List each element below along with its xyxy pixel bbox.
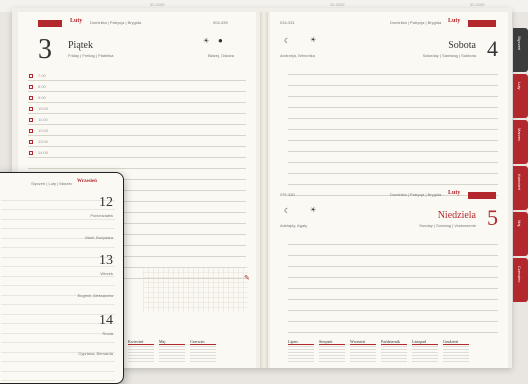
nameday: Marii, Bożydara (85, 235, 113, 240)
right-red-tab (468, 192, 496, 199)
weather-icon: ☀ (310, 36, 317, 44)
month-index-tabs: Styczeń Luty Marzec Kwiecień Maj Czerwie… (513, 28, 528, 304)
left-red-tab (38, 20, 62, 27)
nameday: Cypriana, Bernarda (78, 351, 113, 356)
hour-line: 13:00 (28, 136, 246, 147)
strip-label: 32.3209 (330, 2, 345, 7)
month-block: Lipiec (288, 339, 314, 364)
weather-icon: ☀ (310, 206, 317, 214)
day-name: Sobota (448, 40, 476, 51)
moon-icon: ☾ (284, 37, 291, 45)
month-label: Luty (448, 18, 461, 24)
day-number: 13 (99, 253, 113, 268)
hour-line: 9:00 (28, 92, 246, 103)
month-block: Sierpień (319, 339, 345, 364)
day-name: Środa (102, 331, 113, 336)
day-number: 4 (487, 36, 498, 61)
tab-maj[interactable]: Maj (513, 212, 528, 256)
tab-styczen[interactable]: Styczeń (513, 28, 528, 72)
right-red-tab (468, 20, 496, 27)
day-translations: Friday | Freitag | Piatnitsa (68, 53, 114, 58)
month-label: Luty (448, 190, 461, 196)
hour-line: 14:00 (28, 147, 246, 158)
month-label: Luty (70, 18, 83, 24)
month-nav: Dominika | Patrycja | Brygida (390, 192, 442, 197)
notes-grid (143, 267, 248, 312)
day-name: Wtorek (100, 271, 113, 276)
nameday: Eugenii, Aleksandra (77, 293, 113, 298)
date-code: 004-339 (213, 20, 228, 25)
hour-line: 12:00 (28, 125, 246, 136)
tab-czerwiec[interactable]: Czerwiec (513, 258, 528, 302)
month-block: Wrzesień (350, 339, 376, 364)
right-mini-calendar: Lipiec Sierpień Wrzesień Październik Lis… (288, 339, 469, 364)
day-number: 5 (487, 205, 498, 230)
strip-label: 32.3209 (150, 2, 165, 7)
month-block: Październik (381, 339, 407, 364)
day-name: Niedziela (437, 210, 476, 221)
month-block: Listopad (412, 339, 438, 364)
pencil-icon: ✎ (244, 274, 250, 282)
date-code: 034-331 (280, 20, 295, 25)
day-number: 3 (38, 34, 52, 65)
tab-luty[interactable]: Luty (513, 74, 528, 118)
strip-label: 32.3209 (470, 2, 485, 7)
month-block: Maj (159, 339, 185, 364)
moon-icon: ☾ (284, 207, 291, 215)
tab-kwiecien[interactable]: Kwiecień (513, 166, 528, 210)
note-lines (288, 234, 498, 333)
hour-line: 8:00 (28, 81, 246, 92)
hour-line: 10:00 (28, 103, 246, 114)
day-number: 12 (99, 195, 113, 210)
day-number: 14 (99, 313, 113, 328)
month-label: Wrzesień (77, 179, 97, 184)
hour-line: 7:00 (28, 70, 246, 81)
hour-line: 11:00 (28, 114, 246, 125)
month-block: Kwiecień (128, 339, 154, 364)
right-page: 034-331 Dominika | Patrycja | Brygida Lu… (270, 12, 508, 368)
day-translations: Saturday | Samstag | Subbota (422, 53, 476, 58)
month-block: Grudzień (443, 339, 469, 364)
nameday: Andrzeja, Weronika (280, 53, 315, 58)
weather-icon: ☀ (203, 37, 210, 45)
planner-spine (260, 12, 268, 368)
tab-marzec[interactable]: Marzec (513, 120, 528, 164)
nameday: Adelajdy, Agaty (280, 223, 308, 228)
month-nav: Dominika | Patrycja | Brygida (390, 20, 442, 25)
month-nav: Dominika | Patrycja | Brygida (90, 20, 142, 25)
month-block: Czerwiec (190, 339, 216, 364)
note-lines (288, 64, 498, 196)
day-translations: Sunday | Sonntag | Voskresenie (419, 223, 476, 228)
day-name: Piątek (68, 40, 93, 51)
date-code: 035-330 (280, 192, 295, 197)
day-name: Poniedziałek (90, 213, 113, 218)
moon-icon: ● (218, 36, 223, 45)
planner-closeup: Styczeń | Luty | Marzec Wrzesień 12 Poni… (0, 172, 124, 384)
nameday: Błażej, Oskara (208, 53, 235, 58)
left-mini-calendar: Kwiecień Maj Czerwiec (128, 339, 216, 364)
month-nav: Styczeń | Luty | Marzec (31, 181, 73, 186)
